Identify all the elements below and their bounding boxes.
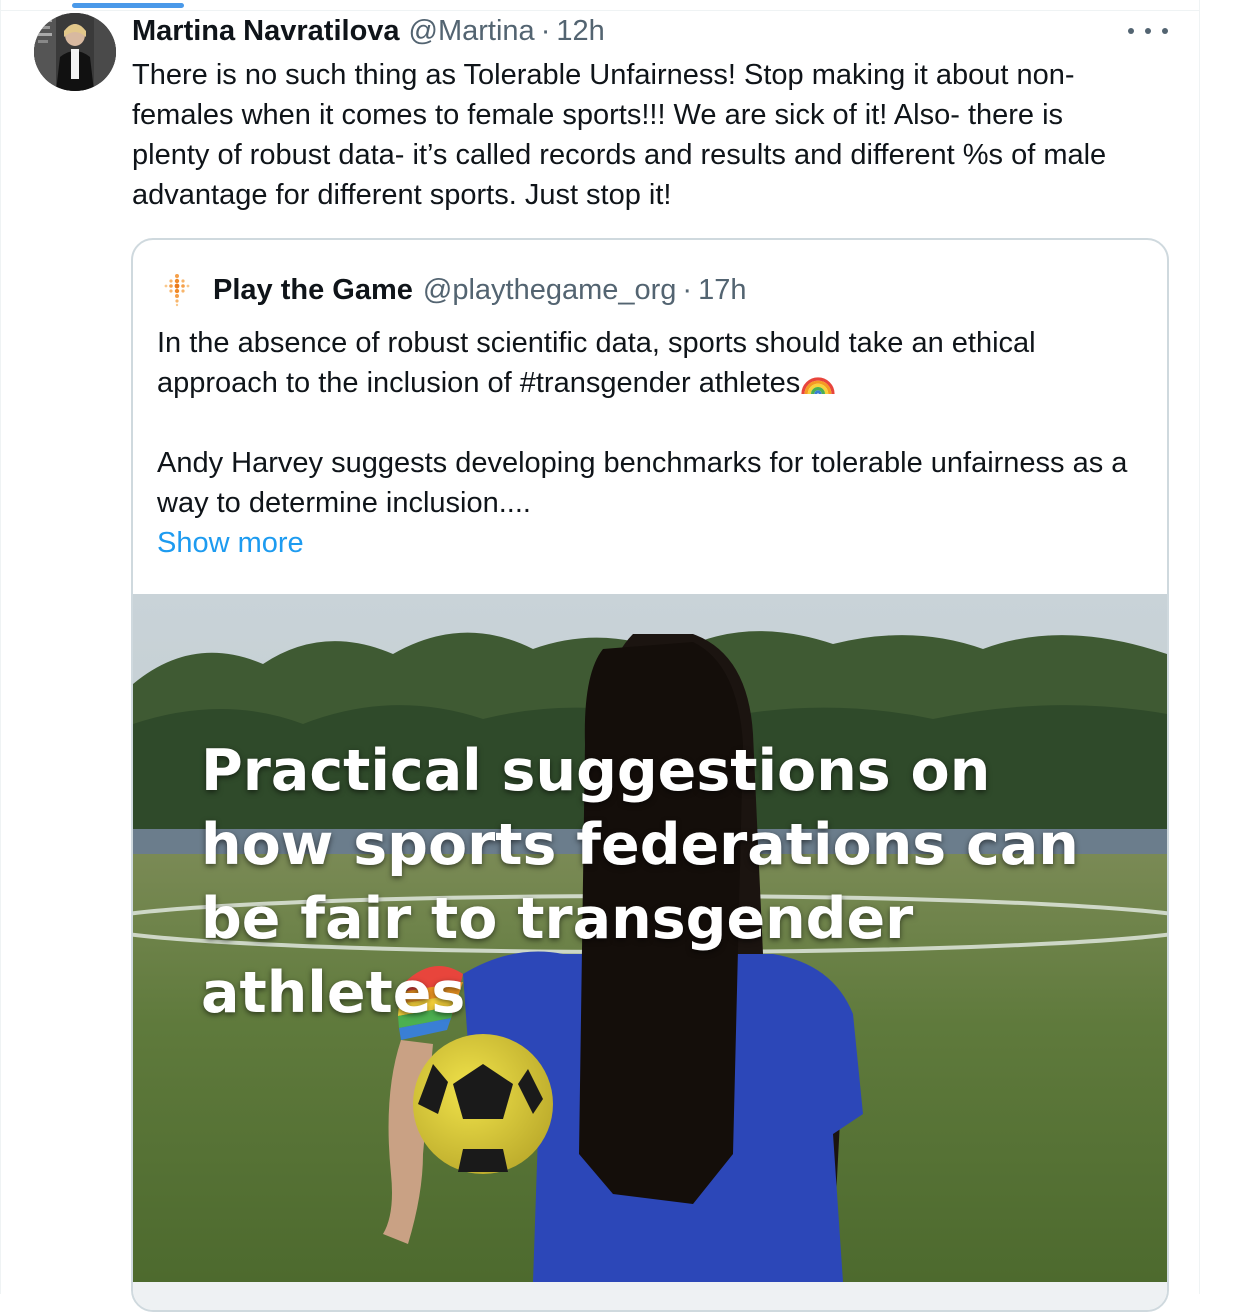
more-dot (1145, 28, 1151, 34)
tab-indicator (72, 3, 184, 8)
quoted-tweet-header: Play the Game @playthegame_org · 17h (163, 270, 746, 310)
column-border-left (0, 0, 1, 1294)
rainbow-emoji-icon (801, 377, 835, 395)
quoted-tweet-timestamp[interactable]: 17h (698, 274, 746, 307)
quoted-paragraph-1-text: In the absence of robust scientific data… (157, 327, 1036, 399)
tweet-timestamp[interactable]: 12h (556, 15, 604, 48)
card-footer-strip (133, 1282, 1167, 1310)
quoted-author-handle[interactable]: @playthegame_org (423, 274, 677, 307)
tweet-text: There is no such thing as Tolerable Unfa… (132, 59, 1107, 211)
author-handle[interactable]: @Martina (409, 15, 535, 48)
column-border-right (1199, 0, 1200, 1294)
more-dot (1162, 28, 1168, 34)
image-headline: Practical suggestions on how sports fede… (201, 738, 1079, 1026)
quoted-tweet-text: In the absence of robust scientific data… (157, 323, 1147, 563)
author-name[interactable]: Martina Navratilova (132, 15, 400, 48)
avatar-photo (34, 13, 116, 91)
quoted-author-name[interactable]: Play the Game (213, 274, 413, 307)
show-more-link[interactable]: Show more (157, 527, 304, 559)
show-more-line: Show more (157, 523, 1147, 563)
top-divider (0, 10, 1200, 11)
more-dot (1128, 28, 1134, 34)
quoted-paragraph-1: In the absence of robust scientific data… (157, 323, 1147, 403)
author-avatar[interactable] (34, 13, 116, 91)
separator-dot: · (682, 273, 693, 306)
quoted-tweet-card[interactable]: Play the Game @playthegame_org · 17h In … (131, 238, 1169, 1312)
separator-dot: · (540, 14, 551, 47)
quoted-paragraph-2: Andy Harvey suggests developing benchmar… (157, 447, 1128, 519)
more-options-icon[interactable] (1128, 20, 1168, 42)
tweet-header: Martina Navratilova @Martina · 12h (132, 12, 605, 50)
quoted-tweet-image[interactable]: Practical suggestions on how sports fede… (133, 594, 1167, 1282)
play-the-game-logo-icon (164, 274, 190, 307)
